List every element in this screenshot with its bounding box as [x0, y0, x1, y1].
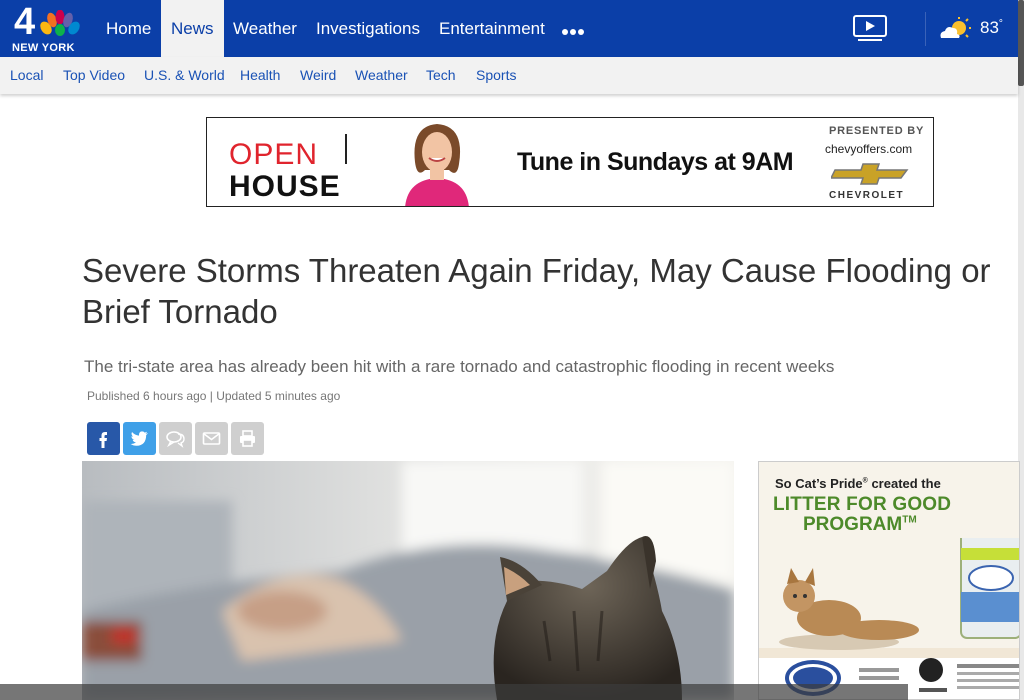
logo-number: 4	[14, 1, 35, 43]
subnav-us-world[interactable]: U.S. & World	[144, 67, 225, 83]
share-twitter-button[interactable]	[123, 422, 156, 455]
subnav-weird[interactable]: Weird	[300, 67, 336, 83]
temperature[interactable]: 83°	[980, 18, 1003, 38]
nav-news[interactable]: News	[161, 0, 224, 57]
open-house-rule	[345, 134, 347, 164]
ad-banner-open-house[interactable]: OPEN HOUSE Tune in Sundays at 9AM PRESEN…	[206, 117, 934, 207]
hero-image-cat[interactable]	[82, 461, 734, 700]
subnav-top-video[interactable]: Top Video	[63, 67, 125, 83]
ad-tagline: Tune in Sundays at 9AM	[517, 148, 794, 176]
share-email-button[interactable]	[195, 422, 228, 455]
ad-site: chevyoffers.com	[825, 142, 913, 156]
ad-sponsor: CHEVROLET	[829, 190, 905, 201]
open-house-open: OPEN	[229, 138, 319, 171]
host-portrait	[377, 118, 497, 206]
share-print-button[interactable]	[231, 422, 264, 455]
side-ad-artwork	[759, 538, 1019, 699]
side-ad-title-2: PROGRAMTM	[803, 514, 917, 535]
more-dots-icon[interactable]	[562, 22, 592, 36]
comment-icon	[166, 431, 185, 448]
article-published: Published 6 hours ago | Updated 5 minute…	[87, 389, 341, 403]
cat-bedroom-photo	[82, 461, 734, 700]
subnav-tech[interactable]: Tech	[426, 67, 456, 83]
side-ad-cats-pride[interactable]: So Cat’s Pride® created the LITTER FOR G…	[758, 461, 1020, 700]
open-house-logo: OPEN HOUSE	[227, 126, 347, 203]
logo-city: NEW YORK	[12, 42, 75, 54]
video-icon[interactable]	[852, 14, 888, 42]
top-nav: 4 NEW YORK Home News Weather Investigati…	[0, 0, 1018, 57]
chevrolet-bowtie-icon	[831, 163, 909, 185]
share-comment-button[interactable]	[159, 422, 192, 455]
nav-weather[interactable]: Weather	[223, 0, 307, 57]
subnav-weather[interactable]: Weather	[355, 67, 408, 83]
email-icon	[202, 432, 221, 445]
nav-entertainment[interactable]: Entertainment	[429, 0, 555, 57]
scrollbar-thumb[interactable]	[1018, 0, 1024, 86]
nav-divider	[925, 12, 926, 46]
article-deck: The tri-state area has already been hit …	[84, 357, 835, 376]
nbc4-logo[interactable]: 4 NEW YORK	[10, 1, 82, 54]
partly-cloudy-icon[interactable]	[937, 16, 973, 44]
facebook-icon	[99, 432, 107, 448]
sub-nav: Local Top Video U.S. & World Health Weir…	[0, 57, 1018, 94]
print-icon	[240, 430, 255, 447]
subnav-local[interactable]: Local	[10, 67, 43, 83]
open-house-underline	[227, 206, 347, 207]
twitter-icon	[130, 431, 148, 446]
ad-presented-by: PRESENTED BY	[829, 125, 925, 137]
share-facebook-button[interactable]	[87, 422, 120, 455]
side-ad-title-1: LITTER FOR GOOD	[773, 494, 952, 515]
nav-home[interactable]: Home	[96, 0, 161, 57]
nav-investigations[interactable]: Investigations	[306, 0, 430, 57]
bottom-overlay-bar	[0, 684, 908, 700]
side-ad-intro: So Cat’s Pride® created the	[775, 476, 941, 491]
peacock-icon	[40, 10, 80, 36]
open-house-house: HOUSE	[229, 170, 341, 203]
subnav-sports[interactable]: Sports	[476, 67, 516, 83]
subnav-health[interactable]: Health	[240, 67, 280, 83]
article-headline: Severe Storms Threaten Again Friday, May…	[82, 252, 991, 330]
